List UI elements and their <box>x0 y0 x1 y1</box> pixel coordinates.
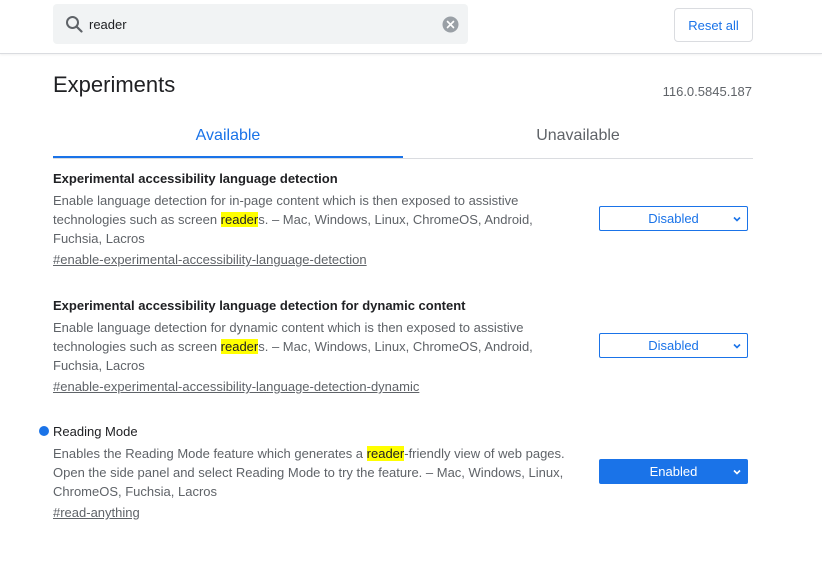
search-match-highlight: reader <box>366 446 405 461</box>
version-label: 116.0.5845.187 <box>662 84 752 99</box>
selected-state: Enabled <box>649 464 698 479</box>
experiment-state-select[interactable]: Enabled <box>599 459 748 484</box>
tab-unavailable[interactable]: Unavailable <box>403 118 753 158</box>
tab-available[interactable]: Available <box>53 118 403 158</box>
description-text: Enables the Reading Mode feature which g… <box>53 446 367 461</box>
chevron-down-icon <box>733 216 741 222</box>
experiment-permalink[interactable]: #read-anything <box>53 503 140 522</box>
selected-state: Disabled <box>648 338 699 353</box>
experiment-description: Enables the Reading Mode feature which g… <box>53 444 573 501</box>
experiment-item: Reading Mode Enables the Reading Mode fe… <box>53 424 573 522</box>
chevron-down-icon <box>733 469 741 475</box>
search-match-highlight: reader <box>220 212 259 227</box>
clear-icon[interactable] <box>442 16 459 33</box>
experiment-item: Experimental accessibility language dete… <box>53 171 573 269</box>
experiment-item: Experimental accessibility language dete… <box>53 298 573 396</box>
experiment-title: Experimental accessibility language dete… <box>53 171 338 186</box>
page-title: Experiments <box>53 72 176 97</box>
experiment-description: Enable language detection for dynamic co… <box>53 318 573 375</box>
selected-state: Disabled <box>648 211 699 226</box>
search-icon <box>66 16 83 33</box>
tab-bar: Available Unavailable <box>53 118 753 159</box>
search-match-highlight: reader <box>220 339 259 354</box>
modified-indicator-dot <box>39 426 49 436</box>
search-input[interactable] <box>89 4 429 44</box>
experiment-state-select[interactable]: Disabled <box>599 206 748 231</box>
experiment-permalink[interactable]: #enable-experimental-accessibility-langu… <box>53 250 367 269</box>
experiment-description: Enable language detection for in-page co… <box>53 191 573 248</box>
experiment-permalink[interactable]: #enable-experimental-accessibility-langu… <box>53 377 419 396</box>
top-bar: Reset all <box>0 0 822 54</box>
experiment-title: Experimental accessibility language dete… <box>53 298 466 313</box>
reset-all-button[interactable]: Reset all <box>674 8 753 42</box>
experiment-state-select[interactable]: Disabled <box>599 333 748 358</box>
search-box[interactable] <box>53 4 468 44</box>
experiment-title: Reading Mode <box>53 424 138 439</box>
chevron-down-icon <box>733 343 741 349</box>
